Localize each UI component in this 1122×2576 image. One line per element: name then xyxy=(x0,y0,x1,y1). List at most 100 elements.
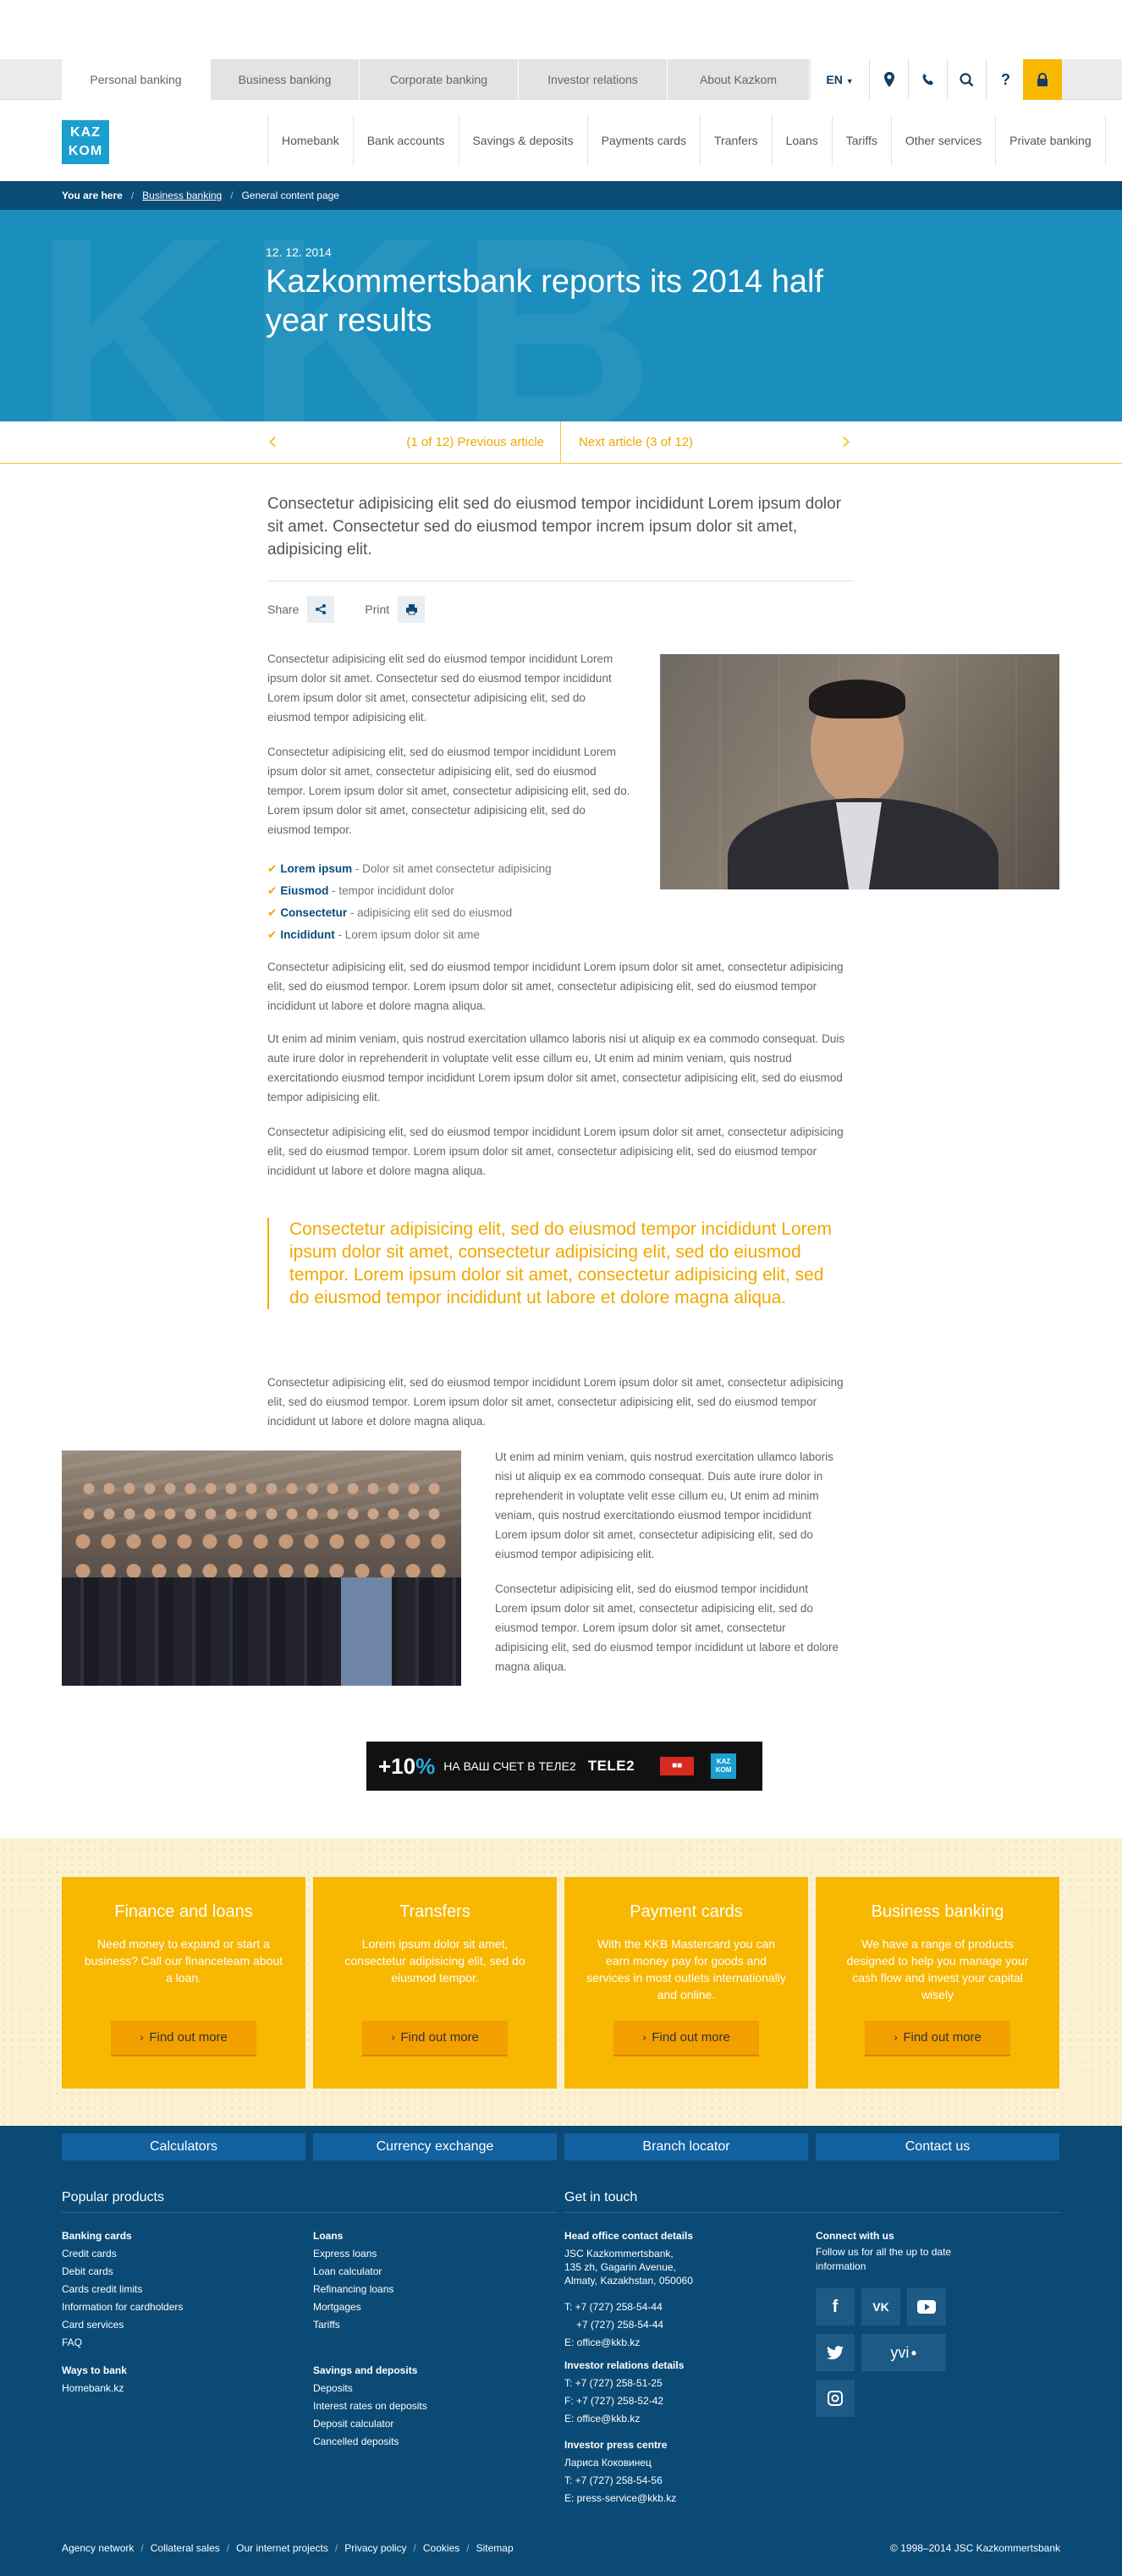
footer-bottom-link[interactable]: Sitemap xyxy=(476,2542,514,2554)
calculators-button[interactable]: Calculators xyxy=(62,2133,305,2160)
email-link[interactable]: E: office@kkb.kz xyxy=(564,2410,793,2428)
nav-private-banking[interactable]: Private banking xyxy=(995,115,1106,166)
nav-tariffs[interactable]: Tariffs xyxy=(831,115,891,166)
printer-icon xyxy=(405,604,417,615)
footer-bottom-link[interactable]: Privacy policy xyxy=(344,2542,406,2554)
next-article-link[interactable]: Next article (3 of 12) xyxy=(579,421,693,464)
twitter-button[interactable] xyxy=(816,2334,855,2371)
currency-exchange-button[interactable]: Currency exchange xyxy=(313,2133,557,2160)
footer-link[interactable]: Credit cards xyxy=(62,2245,183,2263)
tab-about-kazkom[interactable]: About Kazkom xyxy=(668,59,810,100)
login-button[interactable] xyxy=(1023,59,1062,100)
find-out-more-button[interactable]: › Find out more xyxy=(865,2021,1010,2055)
print-label: Print xyxy=(365,603,390,616)
article-paragraph: Ut enim ad minim veniam, quis nostrud ex… xyxy=(267,1032,845,1104)
help-button[interactable]: ? xyxy=(986,59,1025,100)
language-selector[interactable]: EN ▼ xyxy=(810,59,869,100)
phone-button[interactable] xyxy=(908,59,947,100)
nav-bank-accounts[interactable]: Bank accounts xyxy=(352,115,459,166)
nav-payments-cards[interactable]: Payments cards xyxy=(586,115,700,166)
article-paragraph: Consectetur adipisicing elit, sed do eiu… xyxy=(267,960,844,1012)
footer-bottom-link[interactable]: Cookies xyxy=(423,2542,459,2554)
previous-article-link[interactable]: (1 of 12) Previous article xyxy=(406,421,544,464)
banner-kazkom-logo-icon: KAZ KOM xyxy=(711,1753,737,1779)
find-out-more-button[interactable]: › Find out more xyxy=(111,2021,256,2055)
yvi-button[interactable]: yvi ● xyxy=(861,2334,946,2371)
footer-bottom-link[interactable]: Collateral sales xyxy=(151,2542,220,2554)
search-button[interactable] xyxy=(947,59,986,100)
find-out-more-button[interactable]: › Find out more xyxy=(613,2021,759,2055)
instagram-button[interactable] xyxy=(816,2380,855,2417)
branch-locator-button[interactable]: Branch locator xyxy=(564,2133,808,2160)
footer-link[interactable]: Homebank.kz xyxy=(62,2380,183,2397)
phone-number: T: +7 (727) 258-54-44 xyxy=(564,2301,663,2313)
phone-number: T: +7 (727) 258-54-56 xyxy=(564,2474,663,2486)
chevron-right-icon: › xyxy=(642,2032,647,2045)
footer-link[interactable]: Information for cardholders xyxy=(62,2298,183,2316)
get-in-touch-heading: Get in touch xyxy=(564,2190,638,2204)
tele2-ad-banner[interactable]: +10% НА ВАШ СЧЕТ В ТЕЛЕ2 TELE2 ■■ KAZ KO… xyxy=(366,1742,762,1791)
footer-link[interactable]: Deposits xyxy=(313,2380,427,2397)
location-button[interactable] xyxy=(869,59,908,100)
footer-link[interactable]: Card services xyxy=(62,2316,183,2334)
footer-link[interactable]: Debit cards xyxy=(62,2263,183,2281)
tab-business-banking[interactable]: Business banking xyxy=(211,59,360,100)
print-button[interactable] xyxy=(398,596,426,623)
question-icon: ? xyxy=(1001,70,1010,88)
nav-loans[interactable]: Loans xyxy=(771,115,832,166)
footer-column-title: Banking cards xyxy=(62,2230,132,2242)
tab-personal-banking[interactable]: Personal banking xyxy=(62,59,211,100)
footer-bottom-link[interactable]: Our internet projects xyxy=(236,2542,328,2554)
breadcrumb-business-banking[interactable]: Business banking xyxy=(142,190,222,201)
footer-link[interactable]: Cards credit limits xyxy=(62,2281,183,2298)
footer-link[interactable]: FAQ xyxy=(62,2334,183,2352)
article-hero: KKB 12. 12. 2014 Kazkommertsbank reports… xyxy=(0,210,1122,421)
logo-line-2: KOM xyxy=(68,144,103,158)
footer-link[interactable]: Deposit calculator xyxy=(313,2415,427,2433)
contact-us-button[interactable]: Contact us xyxy=(816,2133,1059,2160)
email-link[interactable]: E: office@kkb.kz xyxy=(564,2334,793,2352)
footer-bottom-link[interactable]: Agency network xyxy=(62,2542,134,2554)
vk-button[interactable]: VK xyxy=(861,2288,900,2326)
twitter-icon xyxy=(827,2346,844,2359)
footer-link[interactable]: Refinancing loans xyxy=(313,2281,427,2298)
speech-bubble-icon: ● xyxy=(910,2347,917,2359)
nav-other-services[interactable]: Other services xyxy=(890,115,995,166)
tab-investor-relations[interactable]: Investor relations xyxy=(519,59,668,100)
footer-link[interactable]: Express loans xyxy=(313,2245,427,2263)
chevron-left-icon[interactable]: ‹ xyxy=(267,429,278,454)
chevron-right-icon: › xyxy=(391,2032,396,2045)
tab-corporate-banking[interactable]: Corporate banking xyxy=(360,59,519,100)
footer-column-title: Connect with us xyxy=(816,2230,894,2242)
group-photo xyxy=(62,1450,461,1686)
nav-transfers[interactable]: Tranfers xyxy=(700,115,772,166)
portrait-photo xyxy=(660,654,1059,889)
nav-homebank[interactable]: Homebank xyxy=(267,115,353,166)
promo-card-business-banking: Business banking We have a range of prod… xyxy=(816,1877,1059,2089)
breadcrumb-current: General content page xyxy=(241,190,339,201)
footer-link[interactable]: Loan calculator xyxy=(313,2263,427,2281)
kazkom-logo[interactable]: KAZ KOM xyxy=(62,120,109,164)
youtube-button[interactable] xyxy=(907,2288,946,2326)
email-link[interactable]: E: press-service@kkb.kz xyxy=(564,2490,793,2507)
copyright: © 1998–2014 JSC Kazkommertsbank xyxy=(890,2542,1060,2554)
footer-link[interactable]: Tariffs xyxy=(313,2316,427,2334)
footer-divider xyxy=(62,2212,557,2213)
share-icon xyxy=(316,604,327,614)
find-out-more-button[interactable]: › Find out more xyxy=(362,2021,508,2055)
breadcrumb-separator: / xyxy=(230,190,234,201)
nav-savings-deposits[interactable]: Savings & deposits xyxy=(458,115,587,166)
footer-link[interactable]: Interest rates on deposits xyxy=(313,2397,427,2415)
list-item: ✔ Lorem ipsum - Dolor sit amet consectetu… xyxy=(267,858,552,880)
chevron-right-icon[interactable]: › xyxy=(841,429,851,454)
pull-quote: Consectetur adipisicing elit, sed do eiu… xyxy=(267,1218,843,1309)
footer-quick-links: Calculators Currency exchange Branch loc… xyxy=(62,2133,1067,2160)
tele2-logo: TELE2 xyxy=(587,1758,635,1774)
footer-link[interactable]: Cancelled deposits xyxy=(313,2433,427,2451)
footer-column-title: Savings and deposits xyxy=(313,2364,418,2376)
list-item-term: Consectetur xyxy=(280,906,348,919)
promo-card-text: We have a range of products designed to … xyxy=(846,1937,1029,2001)
share-button[interactable] xyxy=(307,596,335,623)
footer-link[interactable]: Mortgages xyxy=(313,2298,427,2316)
facebook-button[interactable]: f xyxy=(816,2288,855,2326)
